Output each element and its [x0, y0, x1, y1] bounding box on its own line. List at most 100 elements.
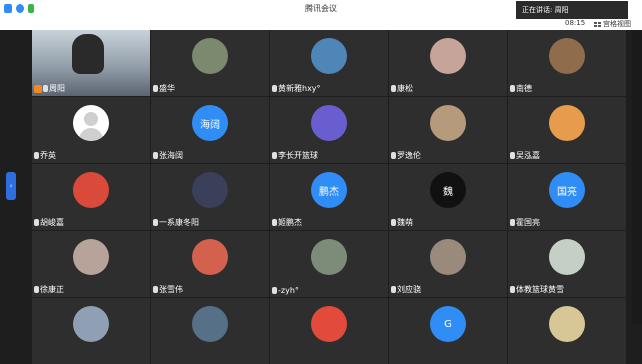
- participant-name-text: 黄新雅hxy°: [278, 84, 321, 93]
- participant-tile[interactable]: 罗逸伦: [389, 97, 507, 163]
- participant-tile[interactable]: 周阳: [32, 30, 150, 96]
- avatar: [430, 239, 466, 275]
- participant-tile[interactable]: 胡峻嘉: [32, 164, 150, 230]
- participant-name: 李长开篮球: [272, 150, 318, 161]
- participant-tile[interactable]: 张雪伟: [151, 231, 269, 297]
- participant-name: 黄新雅hxy°: [272, 83, 321, 94]
- participant-name-text: 盛华: [159, 84, 175, 93]
- avatar: [73, 172, 109, 208]
- video-person: [72, 34, 104, 74]
- avatar-initials: 鹏杰: [311, 172, 347, 208]
- avatar: [549, 105, 585, 141]
- mic-icon: [510, 286, 515, 293]
- participant-tile[interactable]: G: [389, 298, 507, 364]
- participant-tile[interactable]: [270, 298, 388, 364]
- participant-name-text: 乔英: [40, 151, 56, 160]
- participant-name: 周阳: [34, 83, 65, 94]
- participant-tile[interactable]: 黄新雅hxy°: [270, 30, 388, 96]
- participant-tile[interactable]: 一系康冬阳: [151, 164, 269, 230]
- avatar: [430, 38, 466, 74]
- participant-name: 张雪伟: [153, 284, 183, 295]
- participant-name: 罗逸伦: [391, 150, 421, 161]
- speaking-mic-icon: [34, 84, 42, 93]
- participant-name-text: 刘应骁: [397, 285, 421, 294]
- participant-name-text: 徐康正: [40, 285, 64, 294]
- participant-name-text: 姬鹏杰: [278, 218, 302, 227]
- avatar: [549, 306, 585, 342]
- participant-tile[interactable]: -zyh°: [270, 231, 388, 297]
- meeting-clock: 08:15: [565, 19, 586, 27]
- participant-name: 姬鹏杰: [272, 217, 302, 228]
- mic-icon: [391, 152, 396, 159]
- mic-icon: [153, 219, 158, 226]
- collapse-side-tab[interactable]: ‹: [6, 172, 16, 200]
- grid-view-icon: [594, 21, 601, 27]
- avatar: [73, 239, 109, 275]
- mic-icon: [391, 219, 396, 226]
- participant-tile[interactable]: 体教篮球黄雪: [508, 231, 626, 297]
- mic-icon: [391, 85, 396, 92]
- participant-name: 徐康正: [34, 284, 64, 295]
- avatar: [311, 105, 347, 141]
- participant-name-text: 胡峻嘉: [40, 218, 64, 227]
- participant-name-text: 罗逸伦: [397, 151, 421, 160]
- participant-name-text: 魏萌: [397, 218, 413, 227]
- participant-tile[interactable]: 乔英: [32, 97, 150, 163]
- mic-icon: [272, 85, 277, 92]
- participant-tile[interactable]: 国亮 霍国亮: [508, 164, 626, 230]
- participant-tile[interactable]: 盛华: [151, 30, 269, 96]
- avatar: [192, 38, 228, 74]
- participant-name-text: 一系康冬阳: [159, 218, 199, 227]
- participant-tile[interactable]: 南德: [508, 30, 626, 96]
- mic-icon: [391, 286, 396, 293]
- participant-name: 霍国亮: [510, 217, 540, 228]
- avatar-initials: G: [430, 306, 466, 342]
- layout-view-button[interactable]: 宫格视图: [594, 19, 631, 29]
- participant-name: 南德: [510, 83, 532, 94]
- avatar: [311, 239, 347, 275]
- participant-tile[interactable]: [151, 298, 269, 364]
- mic-icon: [34, 219, 39, 226]
- mic-icon: [510, 85, 515, 92]
- mic-icon: [153, 286, 158, 293]
- participant-name: 胡峻嘉: [34, 217, 64, 228]
- avatar-initials: 国亮: [549, 172, 585, 208]
- avatar: [73, 306, 109, 342]
- participant-name-text: 吴泓嘉: [516, 151, 540, 160]
- top-toolbar: [0, 18, 642, 30]
- participant-tile[interactable]: 李长开篮球: [270, 97, 388, 163]
- avatar: [549, 38, 585, 74]
- participant-name-text: 张雪伟: [159, 285, 183, 294]
- mic-icon: [272, 287, 277, 294]
- mic-icon: [34, 286, 39, 293]
- participant-tile[interactable]: 海阔 张海阔: [151, 97, 269, 163]
- layout-view-label: 宫格视图: [603, 20, 631, 28]
- mic-icon: [43, 85, 48, 92]
- participant-tile[interactable]: 魏魏萌: [389, 164, 507, 230]
- avatar: [192, 306, 228, 342]
- participant-tile[interactable]: 刘应骁: [389, 231, 507, 297]
- participant-tile[interactable]: 徐康正: [32, 231, 150, 297]
- participant-name-text: 张海阔: [159, 151, 183, 160]
- speaking-indicator: 正在讲话: 周阳: [516, 1, 628, 19]
- avatar: [192, 239, 228, 275]
- avatar: [430, 105, 466, 141]
- mic-icon: [34, 152, 39, 159]
- participant-tile[interactable]: [32, 298, 150, 364]
- mic-icon: [510, 152, 515, 159]
- mic-icon: [510, 219, 515, 226]
- participant-tile[interactable]: 吴泓嘉: [508, 97, 626, 163]
- participant-tile[interactable]: [508, 298, 626, 364]
- avatar: [311, 38, 347, 74]
- participant-name-text: 李长开篮球: [278, 151, 318, 160]
- participant-grid: 周阳 盛华 黄新雅hxy° 康松 南德乔英 海阔 张海阔 李长开篮球 罗逸伦 吴泓嘉胡峻嘉 一系康冬…: [32, 30, 632, 364]
- participant-name: 张海阔: [153, 150, 183, 161]
- mic-icon: [153, 85, 158, 92]
- participant-name: 盛华: [153, 83, 175, 94]
- participant-name: -zyh°: [272, 286, 299, 295]
- participant-name-text: -zyh°: [278, 286, 299, 295]
- participant-tile[interactable]: 康松: [389, 30, 507, 96]
- participant-name: 体教篮球黄雪: [510, 284, 564, 295]
- participant-tile[interactable]: 鹏杰姬鹏杰: [270, 164, 388, 230]
- default-body: [79, 128, 103, 141]
